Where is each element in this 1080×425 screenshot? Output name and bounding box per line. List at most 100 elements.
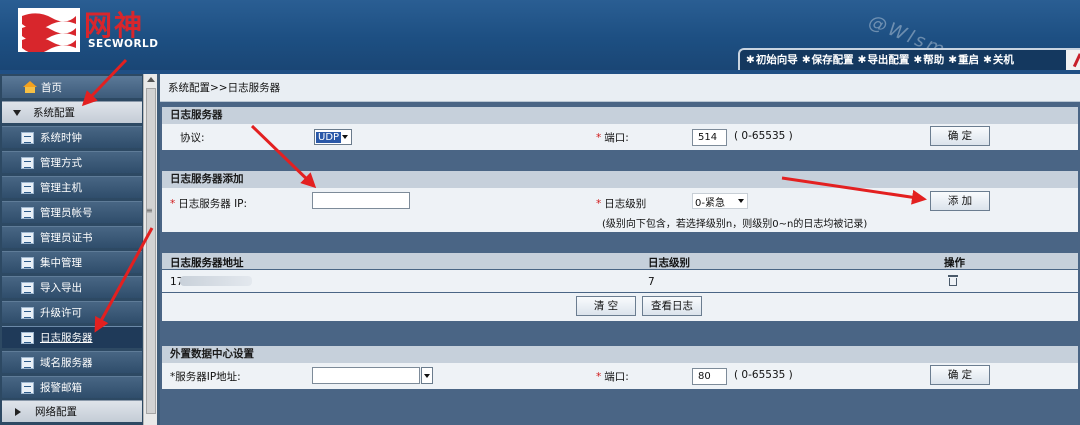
asterisk-icon: ✱ [746, 54, 755, 66]
center-confirm-button[interactable]: 确 定 [930, 365, 990, 385]
asterisk-icon: ✱ [948, 54, 958, 66]
server-level-cell: 7 [648, 276, 655, 288]
center-ip-input[interactable] [312, 367, 420, 384]
sidebar-item-dns-server[interactable]: 域名服务器 [2, 351, 142, 373]
center-port-label: * 端口: [596, 371, 629, 383]
sidebar-item-admin-account[interactable]: 管理员帐号 [2, 201, 142, 223]
top-toolbar: ✱初始向导 ✱保存配置 ✱导出配置 ✱帮助 ✱重启 ✱关机 [738, 48, 1080, 70]
sidebar-item-label: 管理主机 [40, 182, 82, 194]
restart-button[interactable]: ✱重启 [948, 52, 979, 67]
column-header-level: 日志级别 [648, 257, 690, 269]
port-range-hint: ( 0-65535 ) [734, 130, 793, 142]
sidebar-item-log-server[interactable]: 日志服务器 [2, 326, 142, 348]
sidebar-item-home[interactable]: 首页 [2, 76, 142, 98]
asterisk-icon: ✱ [857, 54, 867, 66]
export-config-button[interactable]: ✱导出配置 [858, 52, 910, 67]
add-server-row: * 日志服务器 IP: * 日志级别 0-紧急 添 加 (级别向下包含，若选择级别n… [162, 188, 1078, 232]
config-page-icon [21, 281, 34, 294]
asterisk-icon: ✱ [913, 54, 923, 66]
center-ip-label: *服务器IP地址: [170, 371, 241, 383]
brand-logo-mark [18, 8, 80, 52]
logout-icon[interactable] [1066, 50, 1080, 70]
config-page-icon [21, 156, 34, 169]
log-level-hint: (级别向下包含，若选择级别n，则级别0~n的日志均被记录) [602, 219, 868, 230]
port-label: * 端口: [596, 132, 629, 144]
required-asterisk: * [170, 198, 176, 210]
sidebar-item-label: 管理方式 [40, 157, 82, 169]
required-asterisk: * [596, 132, 602, 144]
sidebar-group-label: 网络配置 [35, 406, 77, 418]
help-button[interactable]: ✱帮助 [913, 52, 944, 67]
sidebar-item-management-host[interactable]: 管理主机 [2, 176, 142, 198]
sidebar-item-label: 管理员帐号 [40, 207, 93, 219]
sidebar-item-label: 域名服务器 [40, 357, 93, 369]
scroll-up-icon[interactable] [147, 77, 155, 82]
main-content: 系统配置>>日志服务器 日志服务器 协议: UDP * 端口: 514 ( 0-6… [160, 74, 1080, 425]
center-ip-dropdown[interactable] [421, 367, 433, 384]
trash-icon[interactable] [948, 275, 958, 286]
sidebar-item-label: 系统时钟 [40, 132, 82, 144]
sidebar-group-label: 系统配置 [33, 107, 75, 119]
sidebar-item-admin-certificate[interactable]: 管理员证书 [2, 226, 142, 248]
log-server-section-title: 日志服务器 [162, 107, 1078, 124]
chevron-down-icon [424, 374, 430, 378]
sidebar-item-label: 导入导出 [40, 282, 82, 294]
grip-icon: ≡ [146, 206, 153, 215]
sidebar-item-management-mode[interactable]: 管理方式 [2, 151, 142, 173]
add-server-button[interactable]: 添 加 [930, 191, 990, 211]
sidebar-item-label: 日志服务器 [40, 332, 93, 344]
external-center-row: *服务器IP地址: * 端口: 80 ( 0-65535 ) 确 定 [162, 363, 1078, 389]
config-page-icon [21, 231, 34, 244]
config-page-icon [21, 356, 34, 369]
column-header-address: 日志服务器地址 [170, 257, 244, 269]
protocol-select[interactable]: UDP [314, 129, 352, 145]
sidebar-item-import-export[interactable]: 导入导出 [2, 276, 142, 298]
config-page-icon [21, 306, 34, 319]
config-page-icon [21, 206, 34, 219]
port-input[interactable]: 514 [692, 129, 727, 146]
required-asterisk: * [596, 371, 602, 383]
table-action-bar: 清 空 查看日志 [162, 293, 1078, 321]
sidebar-item-label: 首页 [41, 81, 62, 94]
view-log-button[interactable]: 查看日志 [642, 296, 702, 316]
sidebar-item-system-clock[interactable]: 系统时钟 [2, 126, 142, 148]
asterisk-icon: ✱ [983, 54, 992, 66]
sidebar-item-label: 报警邮箱 [40, 382, 82, 394]
center-port-range-hint: ( 0-65535 ) [734, 369, 793, 381]
log-level-label: * 日志级别 [596, 198, 647, 210]
log-level-select[interactable]: 0-紧急 [692, 193, 748, 209]
shutdown-button[interactable]: ✱关机 [983, 52, 1014, 67]
setup-wizard-button[interactable]: ✱初始向导 [746, 52, 798, 67]
table-row: 17 7 [162, 270, 1078, 292]
server-ip-input[interactable] [312, 192, 410, 209]
sidebar-group-network-config[interactable]: 网络配置 [2, 400, 142, 422]
config-page-icon [21, 131, 34, 144]
center-port-input[interactable]: 80 [692, 368, 727, 385]
server-table-header: 日志服务器地址 日志级别 操作 [162, 253, 1078, 269]
asterisk-icon: ✱ [801, 54, 811, 66]
home-icon [23, 81, 37, 93]
brand-logo: 网神 SECWORLD [12, 4, 158, 56]
chevron-down-icon [738, 199, 744, 203]
sidebar-item-upgrade-license[interactable]: 升级许可 [2, 301, 142, 323]
save-config-button[interactable]: ✱保存配置 [802, 52, 854, 67]
scrollbar-thumb[interactable] [146, 88, 156, 414]
sidebar-item-central-management[interactable]: 集中管理 [2, 251, 142, 273]
sidebar-group-system-config[interactable]: 系统配置 [2, 101, 142, 123]
chevron-right-icon [15, 407, 21, 416]
app-header: 网神 SECWORLD @Wlsmz ✱初始向导 ✱保存配置 ✱导出配置 ✱帮助… [0, 0, 1080, 70]
clear-button[interactable]: 清 空 [576, 296, 636, 316]
config-page-icon [21, 331, 34, 344]
redacted-region [180, 276, 252, 286]
sidebar-item-alert-mailbox[interactable]: 报警邮箱 [2, 376, 142, 398]
breadcrumb: 系统配置>>日志服务器 [160, 74, 1080, 102]
add-server-section-title: 日志服务器添加 [162, 171, 1078, 188]
chevron-down-icon [13, 109, 21, 116]
sidebar-item-label: 升级许可 [40, 307, 82, 319]
sidebar-scrollbar[interactable]: ≡ [143, 74, 157, 425]
protocol-label: 协议: [180, 132, 205, 144]
config-page-icon [21, 381, 34, 394]
log-server-row: 协议: UDP * 端口: 514 ( 0-65535 ) 确 定 [162, 124, 1078, 150]
config-page-icon [21, 181, 34, 194]
log-server-confirm-button[interactable]: 确 定 [930, 126, 990, 146]
